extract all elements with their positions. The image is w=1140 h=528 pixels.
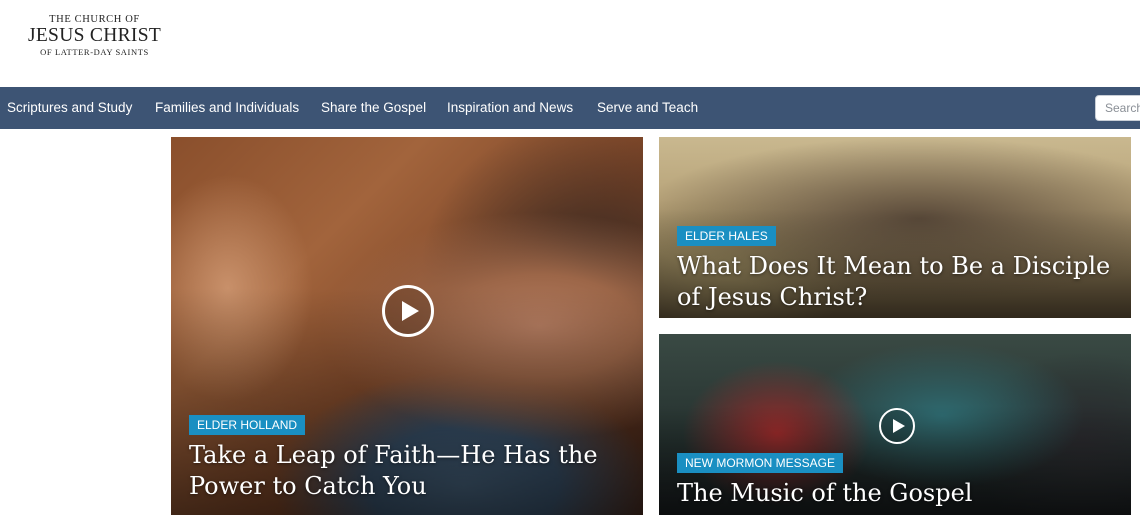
feature-card-music-of-gospel[interactable]: NEW MORMON MESSAGE The Music of the Gosp… [659,334,1131,515]
series-tag[interactable]: NEW MORMON MESSAGE [677,453,844,473]
card-title[interactable]: What Does It Mean to Be a Disciple of Je… [677,251,1117,313]
speaker-tag[interactable]: ELDER HOLLAND [189,415,306,435]
nav-item-serve-and-teach[interactable]: Serve and Teach [597,87,698,129]
main-nav: Scriptures and Study Families and Indivi… [0,87,1140,129]
logo-line-2: JESUS CHRIST [27,25,162,46]
card-title[interactable]: The Music of the Gospel [677,478,1117,509]
nav-item-families-and-individuals[interactable]: Families and Individuals [155,87,299,129]
logo-line-3: OF LATTER-DAY SAINTS [40,47,149,57]
nav-item-inspiration-and-news[interactable]: Inspiration and News [447,87,573,129]
nav-item-share-the-gospel[interactable]: Share the Gospel [321,87,426,129]
church-logo[interactable]: THE CHURCH OF JESUS CHRIST OF LATTER-DAY… [22,14,167,58]
play-icon[interactable] [382,285,434,337]
site-header: THE CHURCH OF JESUS CHRIST OF LATTER-DAY… [0,0,1140,87]
card-title[interactable]: Take a Leap of Faith—He Has the Power to… [189,440,629,502]
feature-card-leap-of-faith[interactable]: ELDER HOLLAND Take a Leap of Faith—He Ha… [171,137,643,515]
feature-card-disciple[interactable]: ELDER HALES What Does It Mean to Be a Di… [659,137,1131,318]
nav-item-scriptures-and-study[interactable]: Scriptures and Study [7,87,132,129]
play-icon[interactable] [879,408,915,444]
search-input[interactable]: Search [1095,95,1140,121]
speaker-tag[interactable]: ELDER HALES [677,226,776,246]
